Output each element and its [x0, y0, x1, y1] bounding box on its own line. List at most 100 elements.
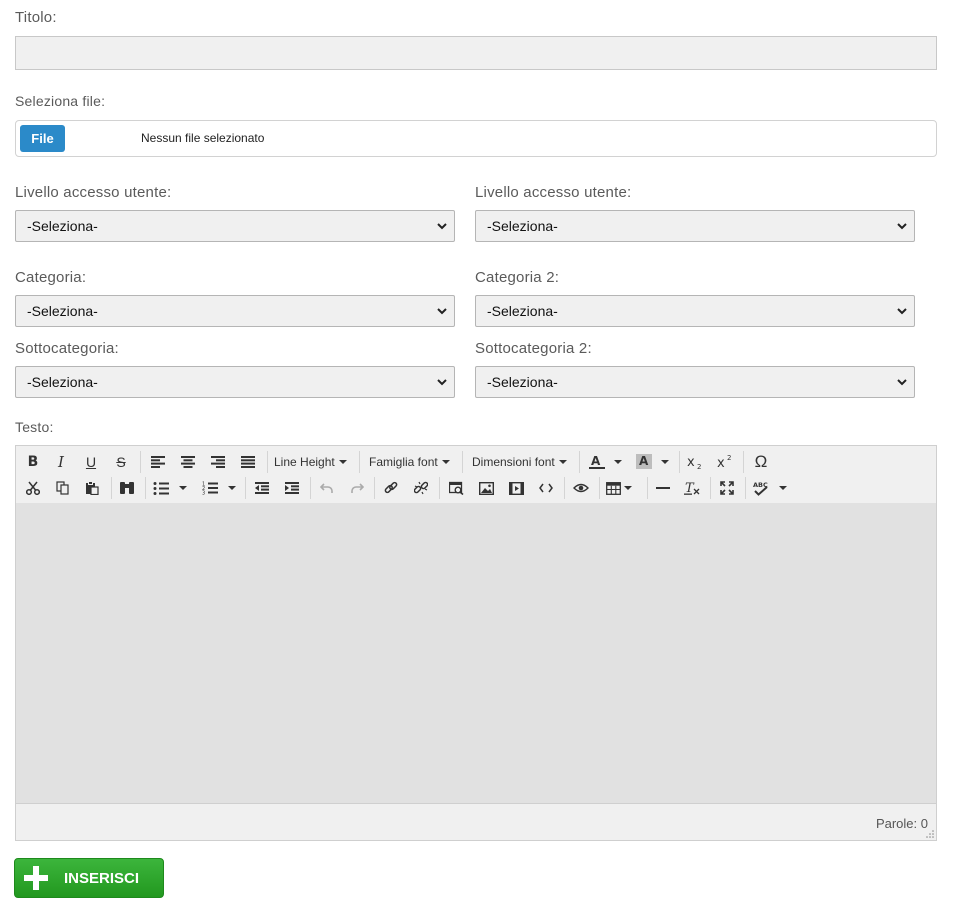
fullscreen-icon[interactable] [717, 477, 737, 499]
cut-icon[interactable] [23, 477, 43, 499]
caret-down-icon [614, 460, 622, 464]
unlink-icon[interactable] [411, 477, 431, 499]
toolbar-separator [439, 477, 440, 499]
image-icon[interactable] [476, 477, 496, 499]
toolbar-separator [140, 451, 141, 473]
toolbar-separator [743, 451, 744, 473]
text-label: Testo: [15, 419, 54, 435]
subcategory-label: Sottocategoria: [15, 340, 119, 357]
svg-text:2: 2 [697, 463, 701, 470]
copy-icon[interactable] [53, 477, 73, 499]
toolbar-separator [267, 451, 268, 473]
access-level-select-2[interactable]: -Seleziona- [475, 210, 915, 242]
subcategory-label-2: Sottocategoria 2: [475, 340, 592, 357]
align-right-icon[interactable] [208, 451, 228, 473]
insert-button[interactable]: INSERISCI [14, 858, 164, 898]
toolbar-separator [564, 477, 565, 499]
access-level-select[interactable]: -Seleziona- [15, 210, 455, 242]
table-icon[interactable] [606, 477, 640, 499]
chevron-down-icon [437, 308, 447, 315]
font-family-dropdown[interactable]: Famiglia font [369, 451, 450, 473]
subcategory-select[interactable]: -Seleziona- [15, 366, 455, 398]
chevron-down-icon [897, 308, 907, 315]
svg-text:2: 2 [727, 454, 731, 462]
word-count: Parole: 0 [875, 816, 928, 831]
preview-icon[interactable] [571, 477, 591, 499]
media-icon[interactable] [506, 477, 526, 499]
chevron-down-icon [897, 379, 907, 386]
caret-down-icon [624, 486, 632, 490]
toolbar-separator [462, 451, 463, 473]
caret-down-icon [661, 460, 669, 464]
caret-down-icon [779, 486, 787, 490]
toolbar-separator [359, 451, 360, 473]
title-input[interactable] [15, 36, 937, 70]
caret-down-icon [558, 460, 567, 464]
access-level-label-2: Livello accesso utente: [475, 184, 632, 201]
align-center-icon[interactable] [178, 451, 198, 473]
toolbar-separator [145, 477, 146, 499]
justify-icon[interactable] [238, 451, 258, 473]
chevron-down-icon [437, 379, 447, 386]
svg-text:3: 3 [202, 491, 205, 496]
horizontal-rule-icon[interactable] [653, 477, 673, 499]
category-select-2[interactable]: -Seleziona- [475, 295, 915, 327]
plus-icon [24, 866, 48, 890]
special-char-icon[interactable]: Ω [750, 451, 772, 473]
file-input[interactable]: File Nessun file selezionato [15, 120, 937, 157]
title-label: Titolo: [15, 9, 57, 26]
align-left-icon[interactable] [148, 451, 168, 473]
line-height-label: Line Height [274, 455, 335, 469]
toolbar-separator [745, 477, 746, 499]
line-height-dropdown[interactable]: Line Height [274, 451, 347, 473]
paste-icon[interactable] [82, 477, 102, 499]
clear-format-icon[interactable]: T [682, 477, 702, 499]
font-family-label: Famiglia font [369, 455, 438, 469]
toolbar-separator [310, 477, 311, 499]
superscript-icon[interactable]: x2 [714, 451, 736, 473]
toolbar-separator [374, 477, 375, 499]
background-color-icon[interactable]: A [635, 451, 675, 473]
indent-icon[interactable] [282, 477, 302, 499]
bold-icon[interactable]: B [24, 451, 42, 473]
link-icon[interactable] [381, 477, 401, 499]
category-select[interactable]: -Seleziona- [15, 295, 455, 327]
outdent-icon[interactable] [252, 477, 272, 499]
caret-down-icon [441, 460, 450, 464]
file-choose-button[interactable]: File [20, 125, 65, 152]
image-search-icon[interactable] [446, 477, 466, 499]
spellcheck-icon[interactable]: ABC [752, 477, 792, 499]
svg-text:A: A [639, 454, 649, 468]
underline-icon[interactable]: U [82, 451, 100, 473]
resize-handle-icon[interactable] [926, 830, 934, 838]
insert-button-label: INSERISCI [64, 869, 140, 887]
toolbar-separator [599, 477, 600, 499]
text-color-icon[interactable]: A [588, 451, 628, 473]
access-level-label: Livello accesso utente: [15, 184, 172, 201]
toolbar-separator [647, 477, 648, 499]
caret-down-icon [338, 460, 347, 464]
font-size-dropdown[interactable]: Dimensioni font [472, 451, 567, 473]
file-label: Seleziona file: [15, 93, 106, 109]
numbered-list-icon[interactable]: 123 [202, 477, 242, 499]
find-icon[interactable] [117, 477, 137, 499]
editor-toolbar: B I U S Line Height Famiglia font Dimens… [16, 446, 936, 504]
svg-text:x: x [687, 455, 695, 470]
toolbar-separator [579, 451, 580, 473]
category-label-2: Categoria 2: [475, 269, 560, 286]
caret-down-icon [179, 486, 187, 490]
undo-icon[interactable] [317, 477, 337, 499]
subscript-icon[interactable]: x2 [684, 451, 706, 473]
italic-icon[interactable]: I [52, 451, 70, 473]
rich-text-editor: B I U S Line Height Famiglia font Dimens… [15, 445, 937, 841]
toolbar-separator [111, 477, 112, 499]
toolbar-separator [245, 477, 246, 499]
code-icon[interactable] [536, 477, 556, 499]
strikethrough-icon[interactable]: S [112, 451, 130, 473]
subcategory-value-2: -Seleziona- [487, 374, 558, 390]
bullet-list-icon[interactable] [153, 477, 193, 499]
redo-icon[interactable] [347, 477, 367, 499]
toolbar-separator [710, 477, 711, 499]
editor-content-area[interactable] [16, 503, 936, 804]
subcategory-select-2[interactable]: -Seleziona- [475, 366, 915, 398]
